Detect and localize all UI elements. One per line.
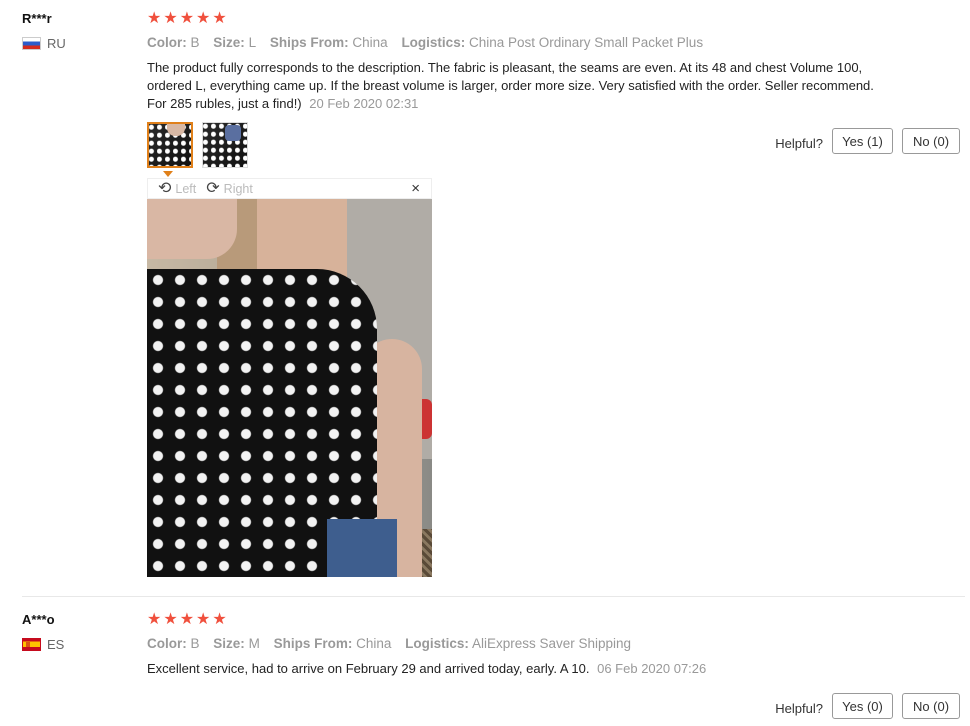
helpful-no-button[interactable]: No (0) [902, 693, 960, 719]
star-rating: ★ ★ ★ ★ ★ [147, 612, 227, 628]
order-attributes: Color: B Size: L Ships From: China Logis… [147, 35, 713, 50]
thumbnail-detail [167, 124, 185, 136]
reviewer-country: ES [22, 637, 64, 652]
ships-from-value: China [352, 35, 388, 50]
star-icon: ★ [163, 10, 178, 27]
helpful-yes-button[interactable]: Yes (1) [832, 128, 893, 154]
reviewer-name: R***r [22, 11, 52, 26]
country-code: ES [47, 637, 65, 652]
star-icon: ★ [212, 10, 227, 27]
star-icon: ★ [147, 10, 162, 27]
rotate-left-button[interactable]: ⟲ Left [158, 179, 197, 197]
helpful-yes-button[interactable]: Yes (0) [832, 693, 893, 719]
color-key: Color: [147, 636, 187, 651]
ships-from-value: China [356, 636, 392, 651]
order-attributes: Color: B Size: M Ships From: China Logis… [147, 636, 641, 651]
ships-from-key: Ships From: [273, 636, 353, 651]
size-value: L [248, 35, 257, 50]
rotate-right-label: Right [223, 181, 253, 196]
review-divider [22, 596, 965, 597]
russia-flag-icon [22, 37, 41, 50]
rotate-left-icon: ⟲ [158, 179, 172, 197]
logistics-key: Logistics: [405, 636, 469, 651]
star-icon: ★ [196, 10, 211, 27]
helpful-label: Helpful? [775, 136, 823, 151]
review-body: The product fully corresponds to the des… [147, 60, 874, 111]
reviewer-country: RU [22, 36, 66, 51]
review-body: Excellent service, had to arrive on Febr… [147, 661, 590, 676]
star-icon: ★ [147, 611, 162, 628]
star-icon: ★ [212, 611, 227, 628]
rotate-right-icon: ⟳ [206, 179, 220, 197]
thumbnail-detail [225, 125, 241, 141]
size-value: M [248, 636, 260, 651]
color-value: B [190, 35, 200, 50]
star-icon: ★ [179, 611, 195, 628]
review-date: 06 Feb 2020 07:26 [597, 661, 707, 676]
image-viewer-toolbar: ⟲ Left ⟳ Right × [147, 178, 432, 199]
close-icon[interactable]: × [411, 180, 420, 197]
color-key: Color: [147, 35, 187, 50]
logistics-key: Logistics: [401, 35, 466, 50]
photo-thumbnail-1[interactable] [147, 122, 193, 168]
review-photo-large [147, 199, 432, 577]
star-icon: ★ [163, 611, 178, 628]
country-code: RU [47, 36, 66, 51]
size-key: Size: [213, 35, 245, 50]
active-thumbnail-caret [163, 171, 173, 177]
photo-thumbnail-2[interactable] [202, 122, 248, 168]
logistics-value: AliExpress Saver Shipping [471, 636, 632, 651]
ships-from-key: Ships From: [269, 35, 349, 50]
logistics-value: China Post Ordinary Small Packet Plus [468, 35, 704, 50]
review-text: The product fully corresponds to the des… [147, 59, 877, 113]
review-date: 20 Feb 2020 02:31 [309, 96, 419, 111]
size-key: Size: [213, 636, 245, 651]
star-icon: ★ [196, 611, 211, 628]
helpful-label: Helpful? [775, 701, 823, 716]
rotate-right-button[interactable]: ⟳ Right [206, 179, 253, 197]
reviewer-name: A***o [22, 612, 55, 627]
photo-detail [147, 199, 237, 259]
star-rating: ★ ★ ★ ★ ★ [147, 11, 227, 27]
spain-flag-icon [22, 638, 41, 651]
rotate-left-label: Left [175, 181, 197, 196]
review-text: Excellent service, had to arrive on Febr… [147, 660, 877, 678]
photo-detail [327, 519, 397, 577]
color-value: B [190, 636, 200, 651]
star-icon: ★ [179, 10, 195, 27]
helpful-no-button[interactable]: No (0) [902, 128, 960, 154]
